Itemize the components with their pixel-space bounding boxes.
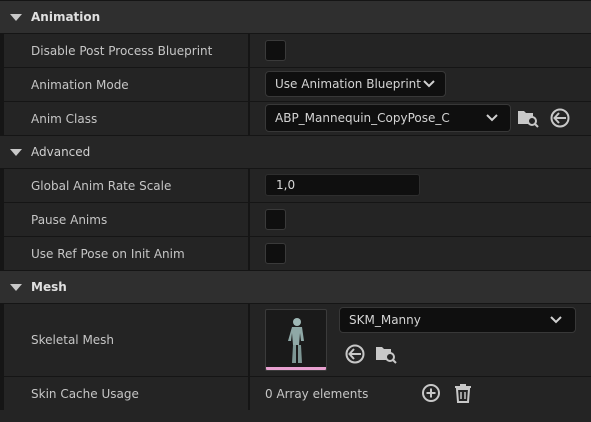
collapse-triangle-icon[interactable]: [10, 283, 22, 291]
skeletal-mesh-thumbnail[interactable]: [265, 309, 327, 371]
category-title: Mesh: [31, 280, 67, 294]
pause-anims-checkbox[interactable]: [265, 209, 286, 230]
browse-asset-icon: [518, 111, 539, 128]
use-ref-pose-checkbox[interactable]: [265, 243, 286, 264]
use-selected-arrow-icon: [550, 108, 570, 128]
delete-all-button[interactable]: [451, 381, 475, 405]
picker-value: ABP_Mannequin_CopyPose_C: [275, 111, 450, 125]
property-row-skin-cache-usage: Skin Cache Usage 0 Array elements: [4, 377, 591, 410]
property-label: Skin Cache Usage: [31, 386, 139, 401]
collapse-triangle-icon[interactable]: [10, 148, 22, 156]
column-divider[interactable]: [248, 102, 250, 135]
property-label: Animation Mode: [31, 77, 129, 92]
chevron-down-icon: [423, 80, 435, 88]
picker-value: SKM_Manny: [349, 313, 421, 327]
column-divider[interactable]: [248, 34, 250, 67]
chevron-down-icon: [486, 114, 498, 122]
details-panel: Animation Disable Post Process Blueprint…: [0, 0, 591, 422]
global-anim-rate-scale-field[interactable]: 1,0: [265, 174, 420, 196]
property-row-animation-mode: Animation Mode Use Animation Blueprint: [4, 68, 591, 101]
property-row-skeletal-mesh: Skeletal Mesh SKM_Manny: [4, 304, 591, 376]
property-row-pause-anims: Pause Anims: [4, 203, 591, 236]
browse-asset-button[interactable]: [516, 106, 540, 130]
panel-footer: [0, 410, 591, 422]
use-selected-button[interactable]: [343, 342, 367, 366]
property-label: Use Ref Pose on Init Anim: [31, 246, 185, 261]
category-animation[interactable]: Animation: [0, 1, 591, 33]
skeletal-mesh-picker[interactable]: SKM_Manny: [339, 307, 576, 333]
property-label: Skeletal Mesh: [31, 333, 115, 347]
property-label: Pause Anims: [31, 212, 108, 227]
property-label: Global Anim Rate Scale: [31, 178, 172, 193]
chevron-down-icon: [550, 316, 562, 324]
mannequin-thumbnail-icon: [288, 318, 304, 363]
add-element-button[interactable]: [419, 381, 443, 405]
trash-icon: [455, 384, 471, 403]
property-row-use-ref-pose: Use Ref Pose on Init Anim: [4, 237, 591, 270]
column-divider[interactable]: [248, 169, 250, 202]
property-row-anim-class: Anim Class ABP_Mannequin_CopyPose_C: [4, 102, 591, 135]
column-divider[interactable]: [248, 203, 250, 236]
column-divider[interactable]: [248, 237, 250, 270]
disable-post-process-checkbox[interactable]: [265, 40, 286, 61]
category-mesh[interactable]: Mesh: [0, 271, 591, 303]
collapse-triangle-icon[interactable]: [10, 13, 22, 21]
add-element-icon: [422, 384, 440, 402]
array-count: 0 Array elements: [265, 386, 369, 401]
property-row-disable-post-process: Disable Post Process Blueprint: [4, 34, 591, 67]
category-title: Animation: [31, 10, 101, 24]
field-value: 1,0: [276, 178, 296, 192]
column-divider[interactable]: [248, 377, 250, 410]
animation-mode-dropdown[interactable]: Use Animation Blueprint: [265, 71, 446, 97]
subcategory-title: Advanced: [31, 145, 91, 159]
asset-type-color-bar: [266, 367, 326, 370]
anim-class-picker[interactable]: ABP_Mannequin_CopyPose_C: [265, 104, 511, 132]
property-row-global-anim-rate-scale: Global Anim Rate Scale 1,0: [4, 169, 591, 202]
column-divider[interactable]: [248, 304, 250, 376]
use-selected-button[interactable]: [548, 106, 572, 130]
browse-asset-icon: [376, 347, 397, 364]
property-label: Disable Post Process Blueprint: [31, 43, 213, 58]
use-selected-arrow-icon: [345, 344, 365, 364]
browse-asset-button[interactable]: [374, 342, 398, 366]
column-divider[interactable]: [248, 68, 250, 101]
property-label: Anim Class: [31, 111, 98, 126]
dropdown-value: Use Animation Blueprint: [275, 77, 421, 91]
subcategory-advanced[interactable]: Advanced: [0, 136, 591, 168]
